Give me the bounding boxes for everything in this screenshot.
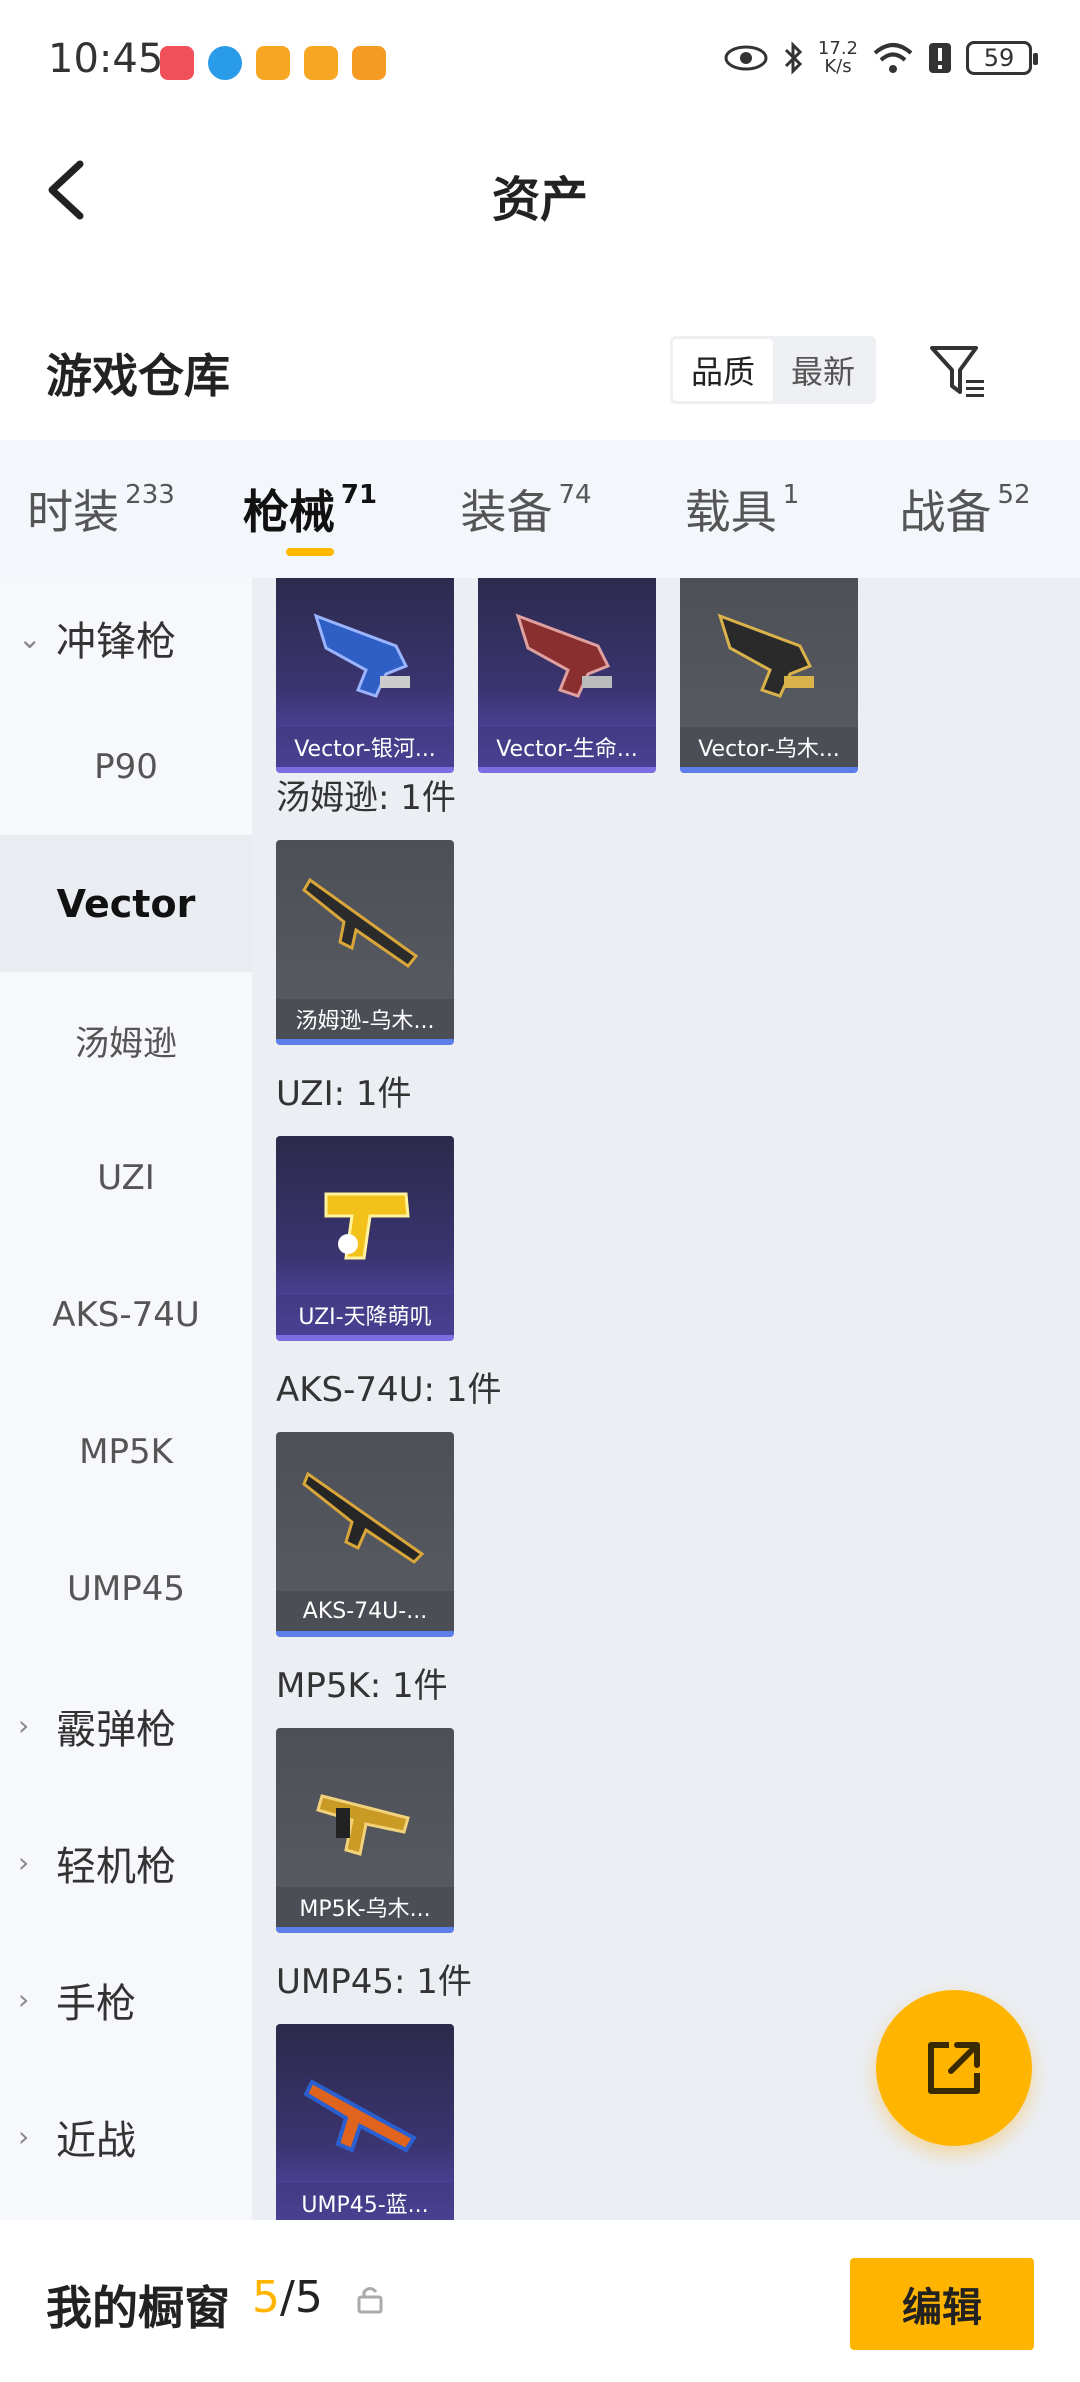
item-name: AKS-74U-... bbox=[276, 1591, 454, 1631]
item-name: 汤姆逊-乌木... bbox=[276, 999, 454, 1039]
browser-notification-icon bbox=[208, 46, 242, 80]
eye-icon bbox=[724, 45, 768, 71]
ump45-items-row: UMP45-蓝... bbox=[276, 2024, 454, 2220]
tab-battle-gear[interactable]: 战备 52 bbox=[850, 440, 1080, 578]
thompson-gun-icon bbox=[302, 877, 419, 969]
aks74u-gun-icon bbox=[302, 1471, 425, 1564]
vector-gun-icon bbox=[313, 613, 410, 698]
chevron-right-icon: › bbox=[18, 2120, 30, 2153]
status-bar: 10:45 17.2 K/s 59 bbox=[0, 0, 1080, 120]
showcase-label: 我的橱窗 bbox=[46, 2281, 230, 2335]
chevron-right-icon: › bbox=[18, 1709, 30, 1742]
item-name: Vector-银河... bbox=[276, 727, 454, 767]
status-app-icons bbox=[160, 46, 386, 80]
vector-gun-icon bbox=[515, 613, 612, 698]
warehouse-title: 游戏仓库 bbox=[46, 349, 230, 403]
tab-vehicles[interactable]: 载具 1 bbox=[634, 440, 850, 578]
section-label-ump45: UMP45: 1件 bbox=[276, 1962, 472, 2002]
weapon-sidebar: ⌄ 冲锋枪 P90 Vector 汤姆逊 UZI AKS-74U MP5K UMP… bbox=[0, 578, 252, 2220]
sidebar-group-lmg[interactable]: › 轻机枪 bbox=[0, 1794, 252, 1931]
sidebar-item-vector[interactable]: Vector bbox=[0, 835, 252, 972]
vector-items-row: Vector-银河... Vector-生命... Vector-乌木... bbox=[276, 578, 858, 773]
item-name: UZI-天降萌叽 bbox=[276, 1295, 454, 1335]
item-card[interactable]: Vector-乌木... bbox=[680, 578, 858, 773]
sidebar-item-aks74u[interactable]: AKS-74U bbox=[0, 1246, 252, 1383]
ump45-gun-icon bbox=[303, 2079, 417, 2153]
sidebar-group-pistol[interactable]: › 手枪 bbox=[0, 1931, 252, 2068]
status-indicators: 17.2 K/s 59 bbox=[724, 38, 1038, 77]
item-card[interactable]: UZI-天降萌叽 bbox=[276, 1136, 454, 1341]
video-notification-icon bbox=[352, 46, 386, 80]
section-label-uzi: UZI: 1件 bbox=[276, 1074, 412, 1114]
section-label-aks74u: AKS-74U: 1件 bbox=[276, 1370, 502, 1410]
sort-newest-button[interactable]: 最新 bbox=[773, 339, 873, 401]
top-nav: 资产 bbox=[0, 120, 1080, 260]
mp5k-items-row: MP5K-乌木... bbox=[276, 1728, 454, 1933]
wifi-icon bbox=[873, 43, 913, 73]
status-time: 10:45 bbox=[48, 36, 164, 82]
app-notification-icon bbox=[256, 46, 290, 80]
item-card[interactable]: Vector-生命... bbox=[478, 578, 656, 773]
net-speed: 17.2 K/s bbox=[817, 38, 858, 77]
item-card[interactable]: UMP45-蓝... bbox=[276, 2024, 454, 2220]
item-name: Vector-乌木... bbox=[680, 727, 858, 767]
chevron-down-icon: ⌄ bbox=[18, 621, 42, 655]
item-name: Vector-生命... bbox=[478, 727, 656, 767]
warehouse-header: 游戏仓库 品质 最新 bbox=[0, 300, 1080, 440]
bluetooth-icon bbox=[784, 41, 803, 75]
item-card[interactable]: MP5K-乌木... bbox=[276, 1728, 454, 1933]
section-label-thompson: 汤姆逊: 1件 bbox=[276, 778, 456, 818]
app-notification-icon bbox=[160, 46, 194, 80]
mp5k-gun-icon bbox=[316, 1794, 410, 1856]
tab-equipment[interactable]: 装备 74 bbox=[418, 440, 634, 578]
uzi-items-row: UZI-天降萌叽 bbox=[276, 1136, 454, 1341]
sidebar-item-mp5k[interactable]: MP5K bbox=[0, 1383, 252, 1520]
sort-toggle: 品质 最新 bbox=[670, 336, 876, 404]
share-fab[interactable] bbox=[876, 1990, 1032, 2146]
showcase-bar: 我的橱窗 5/5 编辑 bbox=[0, 2220, 1080, 2382]
sidebar-item-p90[interactable]: P90 bbox=[0, 698, 252, 835]
filter-icon[interactable] bbox=[926, 340, 990, 404]
thompson-items-row: 汤姆逊-乌木... bbox=[276, 840, 454, 1045]
game-notification-icon bbox=[304, 46, 338, 80]
tab-firearms[interactable]: 枪械 71 bbox=[202, 440, 418, 578]
item-card[interactable]: Vector-银河... bbox=[276, 578, 454, 773]
alert-icon bbox=[929, 43, 951, 73]
aks74u-items-row: AKS-74U-... bbox=[276, 1432, 454, 1637]
share-external-icon bbox=[928, 2042, 980, 2094]
item-card[interactable]: 汤姆逊-乌木... bbox=[276, 840, 454, 1045]
sidebar-group-shotgun[interactable]: › 霰弹枪 bbox=[0, 1657, 252, 1794]
sidebar-item-uzi[interactable]: UZI bbox=[0, 1109, 252, 1246]
category-tabs: 时装 233 枪械 71 装备 74 载具 1 战备 52 bbox=[0, 440, 1080, 578]
sidebar-group-melee[interactable]: › 近战 bbox=[0, 2068, 252, 2205]
sidebar-item-ump45[interactable]: UMP45 bbox=[0, 1520, 252, 1657]
uzi-gun-icon bbox=[324, 1192, 410, 1260]
item-card[interactable]: AKS-74U-... bbox=[276, 1432, 454, 1637]
vector-gun-icon bbox=[717, 613, 814, 698]
tab-outfits[interactable]: 时装 233 bbox=[0, 440, 202, 578]
edit-button[interactable]: 编辑 bbox=[850, 2258, 1034, 2350]
sidebar-item-thompson[interactable]: 汤姆逊 bbox=[0, 972, 252, 1109]
battery-indicator: 59 bbox=[966, 41, 1038, 75]
chevron-right-icon: › bbox=[18, 1846, 30, 1879]
item-name: UMP45-蓝... bbox=[276, 2183, 454, 2220]
item-name: MP5K-乌木... bbox=[276, 1887, 454, 1927]
sort-quality-button[interactable]: 品质 bbox=[673, 339, 773, 401]
sidebar-group-smg[interactable]: ⌄ 冲锋枪 bbox=[0, 578, 252, 698]
chevron-right-icon: › bbox=[18, 1983, 30, 2016]
section-label-mp5k: MP5K: 1件 bbox=[276, 1666, 448, 1706]
page-title: 资产 bbox=[491, 172, 588, 228]
lock-icon bbox=[357, 2287, 383, 2314]
items-panel: Vector-银河... Vector-生命... Vector-乌木... 汤… bbox=[252, 578, 1080, 2220]
showcase-count: 5/5 bbox=[252, 2272, 323, 2323]
